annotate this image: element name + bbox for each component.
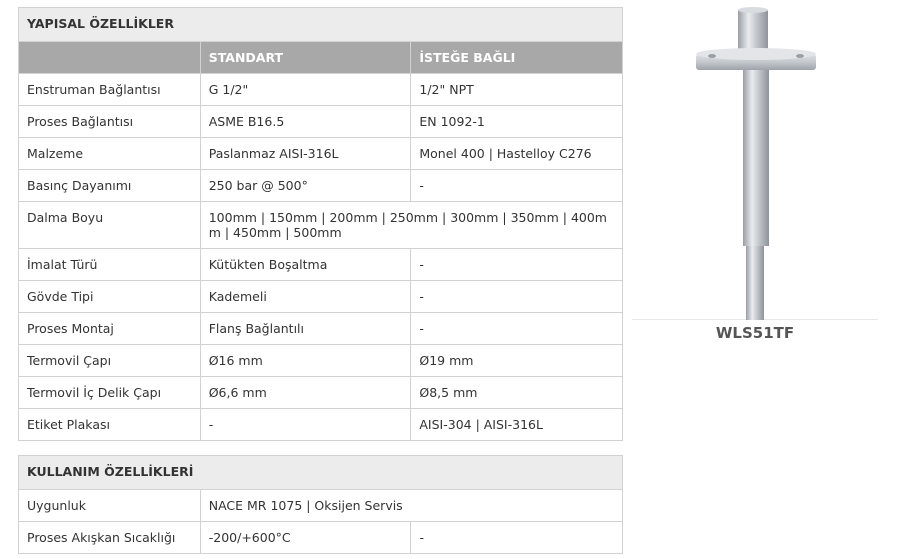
- optional-value: -: [410, 248, 623, 281]
- table-row: Enstruman Bağlantısı G 1/2" 1/2" NPT: [18, 73, 623, 106]
- table-row: Basınç Dayanımı 250 bar @ 500° -: [18, 169, 623, 202]
- table-row: Etiket Plakası - AISI-304 | AISI-316L: [18, 408, 623, 441]
- table-row: Gövde Tipi Kademeli -: [18, 280, 623, 313]
- product-caption: WLS51TF: [715, 324, 795, 342]
- standard-value: Ø6,6 mm: [199, 376, 412, 409]
- table-row: Malzeme Paslanmaz AISI-316L Monel 400 | …: [18, 137, 623, 170]
- row-label: Termovil İç Delik Çapı: [18, 376, 201, 409]
- row-label: Proses Bağlantısı: [18, 105, 201, 138]
- merged-value: 100mm | 150mm | 200mm | 250mm | 300mm | …: [199, 201, 624, 249]
- thermowell-image: [696, 7, 816, 320]
- row-label: Gövde Tipi: [18, 280, 201, 313]
- standard-value: Ø16 mm: [199, 344, 412, 377]
- structural-section-title: YAPISAL ÖZELLİKLER: [18, 7, 623, 42]
- merged-value: NACE MR 1075 | Oksijen Servis: [199, 489, 624, 522]
- row-label: Proses Akışkan Sıcaklığı: [18, 521, 201, 554]
- standard-value: -200/+600°C: [199, 521, 412, 554]
- usage-section-title: KULLANIM ÖZELLİKLERİ: [18, 455, 623, 490]
- optional-value: -: [410, 169, 623, 202]
- row-label: Basınç Dayanımı: [18, 169, 201, 202]
- optional-value: AISI-304 | AISI-316L: [410, 408, 623, 441]
- optional-value: Ø19 mm: [410, 344, 623, 377]
- optional-value: -: [410, 312, 623, 345]
- row-label: Proses Montaj: [18, 312, 201, 345]
- table-row: Proses Akışkan Sıcaklığı -200/+600°C -: [18, 521, 623, 554]
- optional-value: Monel 400 | Hastelloy C276: [410, 137, 623, 170]
- standard-value: Flanş Bağlantılı: [199, 312, 412, 345]
- optional-value: Ø8,5 mm: [410, 376, 623, 409]
- usage-spec-table: KULLANIM ÖZELLİKLERİ Uygunluk NACE MR 10…: [18, 455, 624, 554]
- row-label: Dalma Boyu: [18, 201, 201, 249]
- table-row: İmalat Türü Kütükten Boşaltma -: [18, 248, 623, 281]
- standard-value: -: [199, 408, 412, 441]
- standard-column-header: STANDART: [199, 41, 412, 74]
- standard-value: G 1/2": [199, 73, 412, 106]
- table-row: Termovil Çapı Ø16 mm Ø19 mm: [18, 344, 623, 377]
- table-row: Proses Bağlantısı ASME B16.5 EN 1092-1: [18, 105, 623, 138]
- optional-value: EN 1092-1: [410, 105, 623, 138]
- row-label: İmalat Türü: [18, 248, 201, 281]
- optional-value: 1/2" NPT: [410, 73, 623, 106]
- table-row: Termovil İç Delik Çapı Ø6,6 mm Ø8,5 mm: [18, 376, 623, 409]
- table-row: Uygunluk NACE MR 1075 | Oksijen Servis: [18, 489, 624, 522]
- standard-value: ASME B16.5: [199, 105, 412, 138]
- row-label: Etiket Plakası: [18, 408, 201, 441]
- row-label: Termovil Çapı: [18, 344, 201, 377]
- row-label: Malzeme: [18, 137, 201, 170]
- standard-value: Kütükten Boşaltma: [199, 248, 412, 281]
- table-row: Proses Montaj Flanş Bağlantılı -: [18, 312, 623, 345]
- standard-value: 250 bar @ 500°: [199, 169, 412, 202]
- standard-value: Kademeli: [199, 280, 412, 313]
- optional-column-header: İSTEĞE BAĞLI: [410, 41, 623, 74]
- optional-value: -: [410, 280, 623, 313]
- row-label: Uygunluk: [18, 489, 201, 522]
- structural-spec-table: YAPISAL ÖZELLİKLER STANDART İSTEĞE BAĞLI…: [18, 7, 624, 441]
- optional-value: -: [410, 521, 623, 554]
- standard-value: Paslanmaz AISI-316L: [199, 137, 412, 170]
- empty-header-cell: [18, 41, 201, 74]
- table-row: Dalma Boyu 100mm | 150mm | 200mm | 250mm…: [18, 201, 624, 249]
- row-label: Enstruman Bağlantısı: [18, 73, 201, 106]
